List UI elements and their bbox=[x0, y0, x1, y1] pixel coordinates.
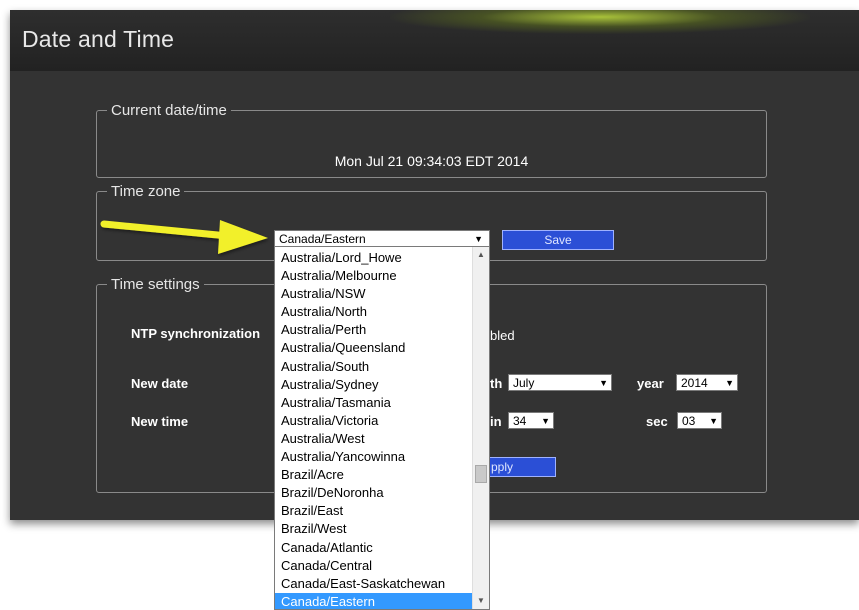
timezone-option[interactable]: Canada/Central bbox=[275, 557, 474, 575]
month-select-value: July bbox=[513, 376, 535, 390]
chevron-down-icon: ▼ bbox=[725, 378, 734, 388]
timezone-option[interactable]: Canada/East-Saskatchewan bbox=[275, 575, 474, 593]
timezone-option[interactable]: Canada/Eastern bbox=[275, 592, 474, 609]
timezone-option[interactable]: Australia/Queensland bbox=[275, 339, 474, 357]
min-label: in bbox=[490, 414, 502, 429]
year-select[interactable]: 2014 ▼ bbox=[676, 374, 738, 391]
min-select-value: 34 bbox=[513, 414, 527, 428]
timezone-option[interactable]: Australia/Melbourne bbox=[275, 267, 474, 285]
scrollbar-thumb[interactable] bbox=[475, 465, 487, 483]
chevron-down-icon: ▼ bbox=[599, 378, 608, 388]
timezone-option[interactable]: Australia/Sydney bbox=[275, 376, 474, 394]
timezone-option[interactable]: Australia/South bbox=[275, 358, 474, 376]
min-select[interactable]: 34 ▼ bbox=[508, 412, 554, 429]
ntp-status-value: bled bbox=[490, 328, 515, 343]
panel-header: Date and Time bbox=[10, 10, 859, 71]
annotation-arrow-icon bbox=[100, 220, 268, 254]
time-settings-legend: Time settings bbox=[111, 276, 200, 293]
timezone-option[interactable]: Brazil/DeNoronha bbox=[275, 484, 474, 502]
month-label: th bbox=[490, 376, 503, 391]
timezone-option[interactable]: Brazil/East bbox=[275, 502, 474, 520]
timezone-option[interactable]: Brazil/West bbox=[275, 520, 474, 538]
sec-select-value: 03 bbox=[682, 414, 696, 428]
chevron-down-icon: ▼ bbox=[709, 416, 718, 426]
save-button[interactable]: Save bbox=[502, 230, 614, 250]
new-date-label: New date bbox=[131, 376, 189, 391]
timezone-legend: Time zone bbox=[111, 183, 181, 200]
ntp-label: NTP synchronization bbox=[131, 326, 261, 341]
year-select-value: 2014 bbox=[681, 376, 708, 390]
header-glow-decoration bbox=[390, 10, 810, 34]
timezone-select-value: Canada/Eastern bbox=[279, 232, 366, 246]
scroll-down-icon[interactable]: ▼ bbox=[473, 593, 489, 609]
sec-select[interactable]: 03 ▼ bbox=[677, 412, 722, 429]
timezone-option[interactable]: Australia/Perth bbox=[275, 321, 474, 339]
sec-label: sec bbox=[646, 414, 668, 429]
chevron-down-icon: ▼ bbox=[541, 416, 550, 426]
timezone-dropdown-list[interactable]: Australia/Lord_Howe Australia/Melbourne Au… bbox=[274, 246, 490, 610]
timezone-option[interactable]: Australia/Victoria bbox=[275, 412, 474, 430]
timezone-option[interactable]: Australia/Yancowinna bbox=[275, 448, 474, 466]
timezone-option[interactable]: Brazil/Acre bbox=[275, 466, 474, 484]
timezone-option[interactable]: Australia/Tasmania bbox=[275, 394, 474, 412]
timezone-options: Australia/Lord_Howe Australia/Melbourne Au… bbox=[275, 249, 474, 609]
current-datetime-group: Current date/time Mon Jul 21 09:34:03 ED… bbox=[96, 102, 767, 178]
month-select[interactable]: July ▼ bbox=[508, 374, 612, 391]
current-datetime-value: Mon Jul 21 09:34:03 EDT 2014 bbox=[334, 153, 529, 169]
year-label: year bbox=[637, 376, 664, 391]
scroll-up-icon[interactable]: ▲ bbox=[473, 247, 489, 263]
new-time-label: New time bbox=[131, 414, 189, 429]
timezone-option[interactable]: Australia/North bbox=[275, 303, 474, 321]
dropdown-scrollbar[interactable]: ▲ ▼ bbox=[472, 247, 489, 609]
timezone-option[interactable]: Australia/West bbox=[275, 430, 474, 448]
current-datetime-legend: Current date/time bbox=[111, 102, 227, 119]
timezone-option[interactable]: Canada/Atlantic bbox=[275, 539, 474, 557]
page-title: Date and Time bbox=[22, 26, 175, 52]
timezone-option[interactable]: Australia/NSW bbox=[275, 285, 474, 303]
timezone-option[interactable]: Australia/Lord_Howe bbox=[275, 249, 474, 267]
